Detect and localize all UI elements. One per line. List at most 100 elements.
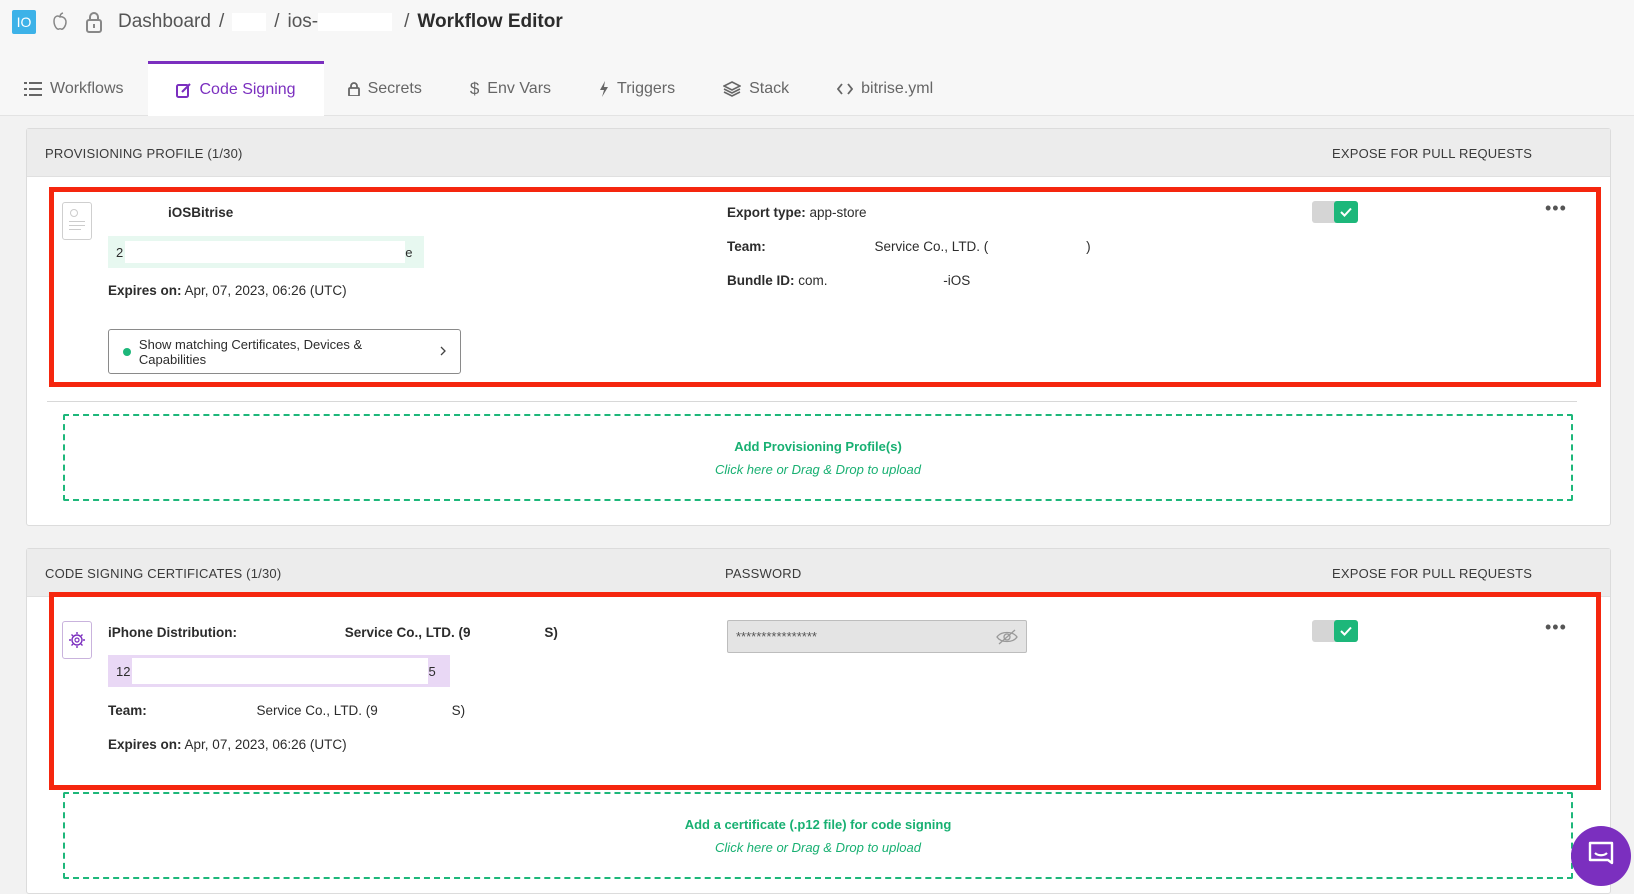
editor-tabs: Workflows Code Signing Secrets $ Env Var… xyxy=(0,61,957,116)
dropzone-title: Add Provisioning Profile(s) xyxy=(734,439,902,454)
expires-label: Expires on: xyxy=(108,737,182,752)
app-badge[interactable]: IO xyxy=(12,10,36,34)
password-field[interactable]: **************** xyxy=(727,620,1027,653)
breadcrumb-separator: / xyxy=(404,11,410,32)
bundle-value: com. xyxy=(798,273,828,288)
more-options-icon[interactable]: ••• xyxy=(1545,617,1567,638)
panel-header: CODE SIGNING CERTIFICATES (1/30) PASSWOR… xyxy=(27,549,1610,597)
expires-value: Apr, 07, 2023, 06:26 (UTC) xyxy=(184,737,347,752)
redacted-block xyxy=(125,241,406,263)
dollar-icon: $ xyxy=(469,78,480,98)
certificate-team: Team: Service Co., LTD. (9 S) xyxy=(108,703,465,718)
cert-name-value: Service Co., LTD. (9 xyxy=(344,625,471,640)
panel-title: CODE SIGNING CERTIFICATES (1/30) xyxy=(45,566,282,581)
top-bar: IO Dashboard / / ios- / Workflow Editor … xyxy=(0,0,1634,116)
status-dot xyxy=(123,347,131,356)
tab-label: Code Signing xyxy=(199,81,296,98)
dropzone-title: Add a certificate (.p12 file) for code s… xyxy=(684,817,952,832)
team-value: Service Co., LTD. ( xyxy=(874,239,989,254)
certificate-icon xyxy=(62,621,92,659)
bundle-end: -iOS xyxy=(943,273,971,288)
list-icon xyxy=(24,81,42,96)
code-icon xyxy=(837,82,854,95)
serial-end: 5 xyxy=(428,663,436,679)
apple-icon xyxy=(50,11,70,33)
check-icon xyxy=(1334,201,1358,223)
check-icon xyxy=(1334,620,1358,642)
chat-icon xyxy=(1587,841,1615,872)
uuid-end: e xyxy=(405,244,413,260)
team-end: ) xyxy=(1086,239,1091,254)
show-matching-button[interactable]: Show matching Certificates, Devices & Ca… xyxy=(108,329,461,374)
uuid-start: 2 xyxy=(116,244,124,260)
profile-export-type: Export type: app-store xyxy=(727,205,867,220)
cert-name-label: iPhone Distribution: xyxy=(108,625,237,640)
tab-label: Triggers xyxy=(617,79,676,97)
eye-slash-icon[interactable] xyxy=(996,629,1018,648)
expose-header: EXPOSE FOR PULL REQUESTS xyxy=(1332,566,1533,581)
redacted-block xyxy=(132,658,429,684)
tab-label: Stack xyxy=(749,79,790,97)
more-options-icon[interactable]: ••• xyxy=(1545,198,1567,219)
tab-bitrise-yml[interactable]: bitrise.yml xyxy=(813,61,957,116)
cert-name-end: S) xyxy=(544,625,558,640)
breadcrumb: IO Dashboard / / ios- / Workflow Editor xyxy=(12,8,563,36)
certificate-name: iPhone Distribution: Service Co., LTD. (… xyxy=(108,625,558,640)
dropzone-subtitle: Click here or Drag & Drop to upload xyxy=(715,462,921,477)
tab-stack[interactable]: Stack xyxy=(699,61,813,116)
team-value: Service Co., LTD. (9 xyxy=(256,703,378,718)
tab-label: Workflows xyxy=(50,79,124,97)
expose-header: EXPOSE FOR PULL REQUESTS xyxy=(1332,146,1533,161)
expose-toggle[interactable] xyxy=(1312,620,1358,642)
bundle-label: Bundle ID: xyxy=(727,273,795,288)
export-label: Export type: xyxy=(727,205,806,220)
profile-name: iOSBitrise xyxy=(168,205,234,220)
lock-icon xyxy=(84,11,104,33)
breadcrumb-separator: / xyxy=(218,11,225,32)
breadcrumb-dashboard[interactable]: Dashboard xyxy=(118,11,211,33)
panel-title: PROVISIONING PROFILE (1/30) xyxy=(45,146,243,161)
bolt-icon xyxy=(599,80,609,97)
profile-team: Team: Service Co., LTD. ( ) xyxy=(727,239,1091,254)
tab-workflows[interactable]: Workflows xyxy=(0,61,148,116)
team-label: Team: xyxy=(727,239,766,254)
profile-bundle-id: Bundle ID: com. -iOS xyxy=(727,273,970,288)
chevron-right-icon xyxy=(440,344,446,359)
expires-label: Expires on: xyxy=(108,283,182,298)
password-mask: **************** xyxy=(736,629,817,644)
add-provisioning-profile-dropzone[interactable]: Add Provisioning Profile(s) Click here o… xyxy=(63,414,1573,501)
edit-icon xyxy=(175,82,192,98)
redacted-block xyxy=(232,13,267,31)
certificate-serial: 12 5 xyxy=(108,655,450,687)
certificate-expires: Expires on: Apr, 07, 2023, 06:26 (UTC) xyxy=(108,737,347,752)
team-end: S) xyxy=(451,703,466,718)
panel-header: PROVISIONING PROFILE (1/30) EXPOSE FOR P… xyxy=(27,129,1610,177)
team-label: Team: xyxy=(108,703,147,718)
export-value: app-store xyxy=(809,205,867,220)
serial-start: 12 xyxy=(116,663,131,679)
expires-value: Apr, 07, 2023, 06:26 (UTC) xyxy=(184,283,347,298)
lock-icon xyxy=(347,81,360,96)
dropzone-subtitle: Click here or Drag & Drop to upload xyxy=(715,840,921,855)
profile-uuid: 2 e xyxy=(108,236,424,268)
layers-icon xyxy=(723,80,742,97)
profile-expires: Expires on: Apr, 07, 2023, 06:26 (UTC) xyxy=(108,283,347,298)
redacted-block xyxy=(318,13,393,31)
add-certificate-dropzone[interactable]: Add a certificate (.p12 file) for code s… xyxy=(63,792,1573,879)
tab-code-signing[interactable]: Code Signing xyxy=(147,61,324,116)
tab-env-vars[interactable]: $ Env Vars xyxy=(446,61,575,116)
tab-label: Env Vars xyxy=(487,79,552,97)
tab-label: Secrets xyxy=(367,79,422,97)
breadcrumb-app[interactable]: ios- xyxy=(288,11,319,33)
chat-launcher-button[interactable] xyxy=(1571,826,1631,886)
expose-toggle[interactable] xyxy=(1312,201,1358,223)
divider xyxy=(47,401,1577,402)
button-label: Show matching Certificates, Devices & Ca… xyxy=(138,336,363,367)
breadcrumb-separator: / xyxy=(274,11,280,32)
breadcrumb-current: Workflow Editor xyxy=(417,11,563,32)
password-header: PASSWORD xyxy=(725,566,802,581)
document-icon xyxy=(62,202,92,240)
tab-secrets[interactable]: Secrets xyxy=(324,61,446,116)
tab-triggers[interactable]: Triggers xyxy=(575,61,699,116)
tab-label: bitrise.yml xyxy=(861,79,934,97)
